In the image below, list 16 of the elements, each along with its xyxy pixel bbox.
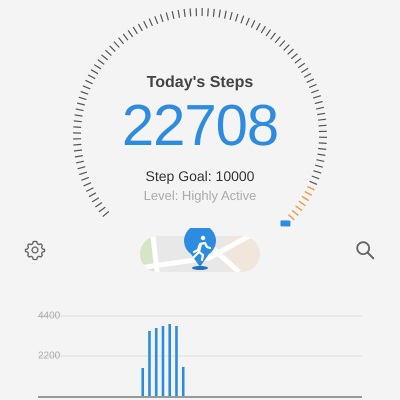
bar — [154, 328, 158, 396]
title: Today's Steps — [146, 74, 254, 92]
map-button[interactable] — [139, 228, 261, 272]
step-goal: Step Goal: 10000 — [146, 168, 254, 184]
bar — [162, 326, 164, 396]
bar — [168, 324, 172, 396]
bar — [148, 330, 151, 396]
search-icon[interactable] — [354, 239, 376, 261]
bar — [141, 368, 144, 396]
bar — [182, 366, 185, 396]
axis-label: 4400 — [38, 310, 60, 322]
step-count: 22708 — [122, 94, 278, 158]
bar — [175, 326, 178, 396]
settings-icon[interactable] — [24, 239, 46, 261]
axis-label: 2200 — [38, 350, 60, 362]
activity-level: Level: Highly Active — [144, 188, 256, 203]
